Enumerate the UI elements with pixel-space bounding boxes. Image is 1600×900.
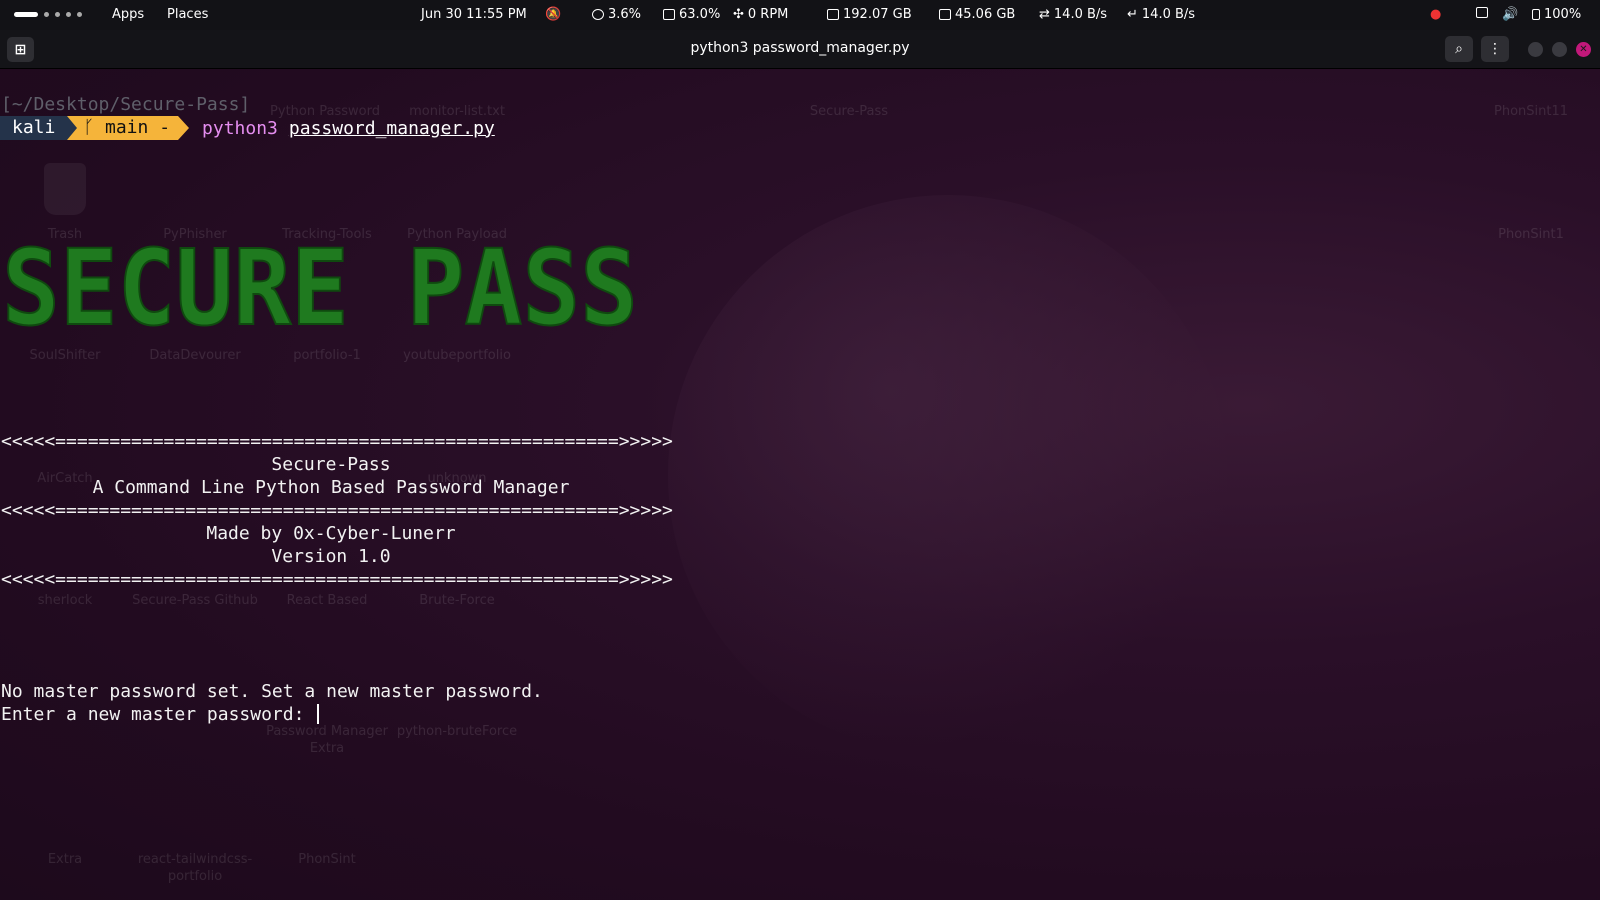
password-input-line[interactable]: Enter a new master password:: [1, 704, 320, 725]
fan-indicator[interactable]: ✣ 0 RPM: [733, 7, 788, 22]
fan-icon: ✣: [733, 7, 744, 22]
screen-icon[interactable]: [1476, 7, 1488, 18]
disk1-indicator[interactable]: 192.07 GB: [827, 7, 912, 22]
desktop-icon-label[interactable]: DataDevourer: [130, 347, 260, 364]
desktop-icon-label[interactable]: react-tailwindcss-portfolio: [130, 851, 260, 885]
separator-line: <<<<<===================================…: [1, 431, 673, 452]
menu-icon: ⋮: [1488, 41, 1502, 57]
shell-prompt: kali ᚴ main - python3 password_manager.p…: [0, 116, 495, 140]
net-up-value: 14.0 B/s: [1053, 7, 1108, 22]
prompt-git-segment: ᚴ main -: [77, 116, 179, 140]
banner-text: SECURE PASS: [2, 236, 638, 336]
disk-icon: [827, 9, 839, 20]
status-message: No master password set. Set a new master…: [1, 681, 543, 702]
cpu-value: 3.6%: [608, 7, 642, 22]
disk2-value: 45.06 GB: [955, 7, 1016, 22]
desktop-icon-label[interactable]: Secure-Pass Github: [130, 592, 260, 609]
disk1-value: 192.07 GB: [843, 7, 912, 22]
places-menu[interactable]: Places: [167, 7, 208, 22]
menu-button[interactable]: ⋮: [1481, 36, 1509, 62]
command-name: python3: [202, 117, 278, 139]
desktop-icon-label[interactable]: SoulShifter: [0, 347, 130, 364]
separator-line: <<<<<===================================…: [1, 569, 673, 590]
net-up-indicator[interactable]: ⇄ 14.0 B/s: [1039, 7, 1107, 22]
git-branch-icon: ᚴ: [83, 117, 95, 138]
apps-menu[interactable]: Apps: [112, 7, 144, 22]
notification-bell-icon[interactable]: 🔕: [545, 7, 561, 22]
desktop-icon-label[interactable]: Extra: [0, 851, 130, 868]
prompt-branch: main -: [94, 117, 171, 138]
battery-value: 100%: [1544, 7, 1582, 22]
app-name: Secure-Pass: [271, 454, 391, 475]
close-icon: ✕: [1579, 44, 1588, 55]
battery-icon: [1532, 9, 1540, 20]
author-line: Made by 0x-Cyber-Lunerr: [206, 523, 456, 544]
password-prompt: Enter a new master password:: [1, 704, 316, 725]
net-down-indicator[interactable]: ↵ 14.0 B/s: [1127, 7, 1195, 22]
workspace-active-indicator[interactable]: [14, 12, 38, 17]
memory-icon: [663, 9, 675, 20]
workspace-dot[interactable]: [77, 12, 82, 17]
text-cursor[interactable]: [317, 704, 320, 724]
close-button[interactable]: ✕: [1576, 42, 1591, 57]
cwd-line: [~/Desktop/Secure-Pass]: [1, 94, 251, 115]
desktop-icon-label[interactable]: PhonSint1: [1466, 226, 1596, 243]
net-down-value: 14.0 B/s: [1141, 7, 1196, 22]
desktop-icon-label[interactable]: Password Manager Extra: [262, 723, 392, 757]
prompt-separator: [178, 116, 190, 140]
desktop-icon-label[interactable]: React Based: [262, 592, 392, 609]
cpu-indicator[interactable]: 3.6%: [592, 7, 641, 22]
search-icon: ⌕: [1455, 41, 1463, 57]
version-line: Version 1.0: [271, 546, 391, 567]
desktop-icon-label[interactable]: python-bruteForce: [392, 723, 522, 740]
prompt-separator: [67, 116, 78, 140]
minimize-button[interactable]: [1528, 42, 1543, 57]
disk2-indicator[interactable]: 45.06 GB: [939, 7, 1015, 22]
upload-icon: ⇄: [1039, 7, 1050, 22]
workspace-dot[interactable]: [44, 12, 49, 17]
desktop-icon-label[interactable]: Secure-Pass: [784, 103, 914, 120]
vpn-icon[interactable]: ●: [1430, 7, 1441, 22]
ram-value: 63.0%: [679, 7, 721, 22]
desktop-icon-label[interactable]: PhonSint11: [1466, 103, 1596, 120]
separator-line: <<<<<===================================…: [1, 500, 673, 521]
prompt-user: kali: [0, 116, 68, 140]
desktop-icon-label[interactable]: sherlock: [0, 592, 130, 609]
cpu-icon: [592, 9, 604, 20]
workspace-switcher[interactable]: [14, 12, 82, 17]
workspace-dot[interactable]: [66, 12, 71, 17]
ram-indicator[interactable]: 63.0%: [663, 7, 720, 22]
search-button[interactable]: ⌕: [1445, 36, 1473, 62]
top-panel: Apps Places Jun 30 11:55 PM 🔕 3.6% 63.0%…: [0, 0, 1600, 30]
workspace-dot[interactable]: [55, 12, 60, 17]
fan-value: 0 RPM: [747, 7, 789, 22]
battery-indicator[interactable]: 100%: [1532, 7, 1581, 22]
maximize-button[interactable]: [1552, 42, 1567, 57]
app-tagline: A Command Line Python Based Password Man…: [92, 477, 570, 498]
window-title: python3 password_manager.py: [690, 40, 910, 56]
clock[interactable]: Jun 30 11:55 PM: [421, 7, 527, 22]
download-icon: ↵: [1127, 7, 1138, 22]
desktop-wallpaper-planet: [668, 195, 1228, 755]
disk-icon: [939, 9, 951, 20]
ascii-banner: SECURE PASS: [1, 236, 639, 336]
desktop-icon-label[interactable]: portfolio-1: [262, 347, 392, 364]
desktop-icon-label[interactable]: youtubeportfolio: [392, 347, 522, 364]
volume-icon[interactable]: 🔊: [1502, 7, 1518, 22]
desktop-icon-label[interactable]: Brute-Force: [392, 592, 522, 609]
desktop-icon-label[interactable]: PhonSint: [262, 851, 392, 868]
trash-icon: [44, 163, 86, 215]
command-argument: password_manager.py: [288, 117, 495, 139]
